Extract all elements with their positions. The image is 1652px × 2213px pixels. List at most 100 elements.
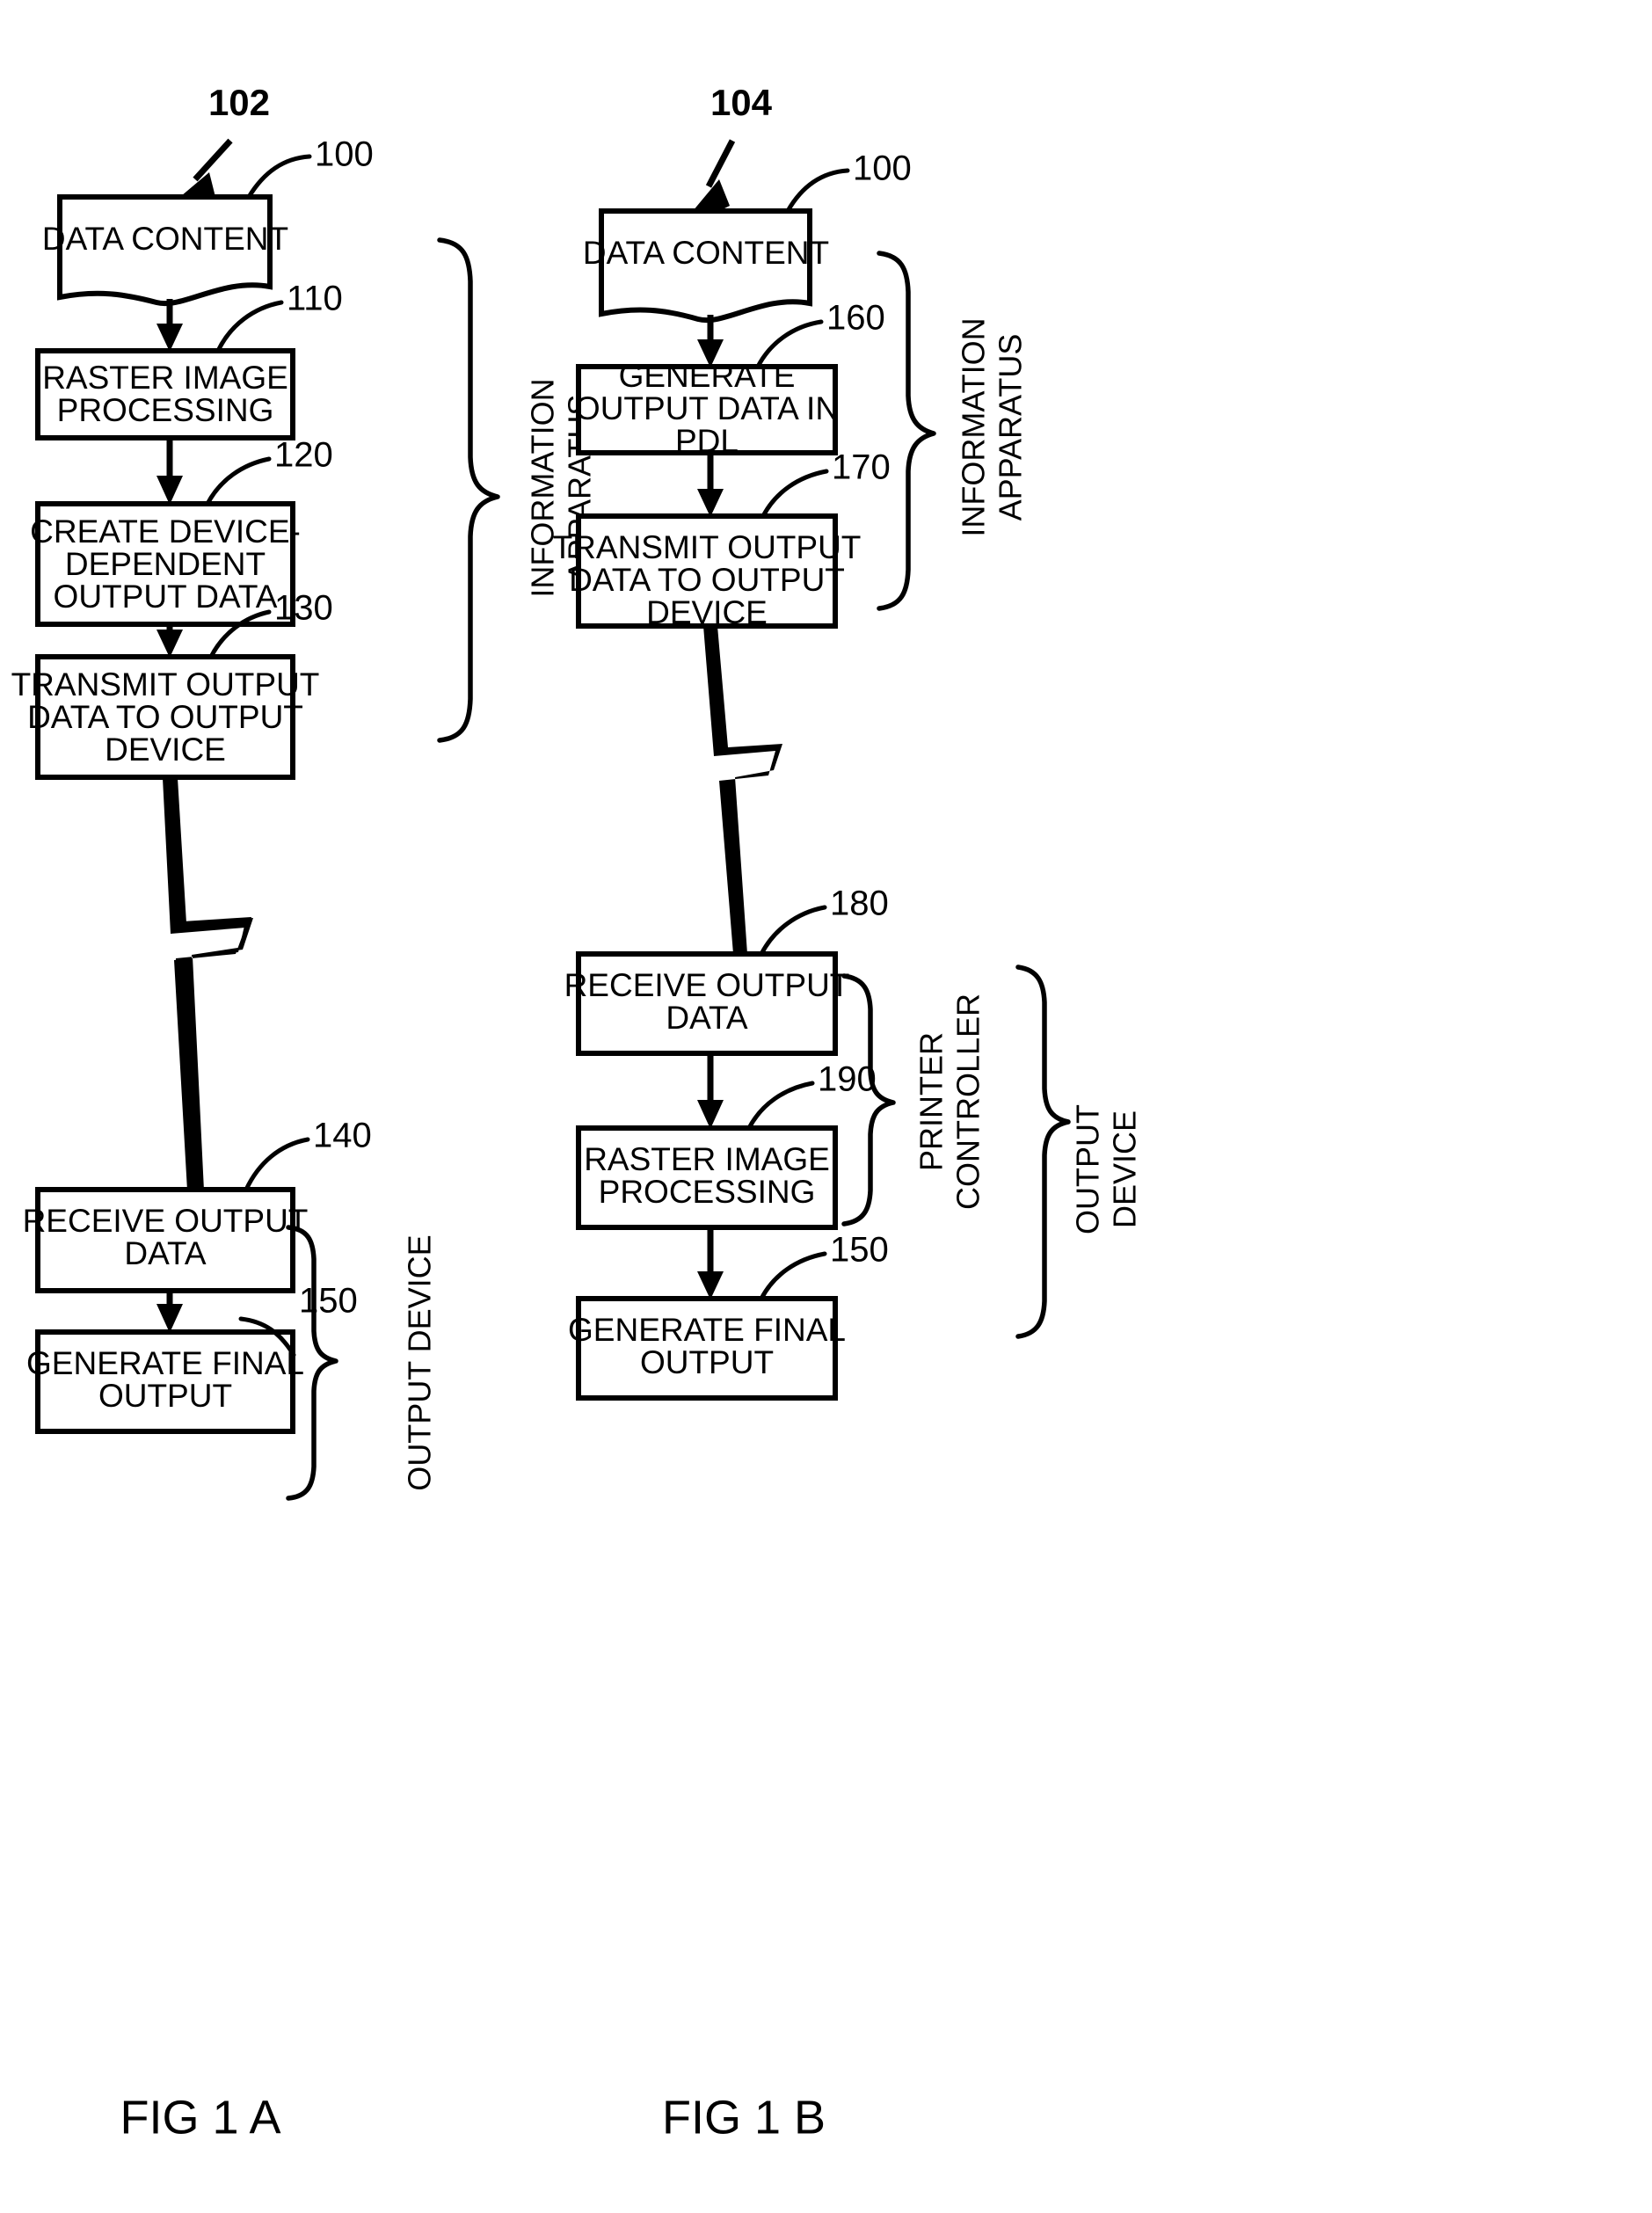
fig1a-ref-150: 150 xyxy=(299,1282,358,1321)
fig1b-info-apparatus-brace xyxy=(877,251,936,611)
fig1a-ref-100-leader xyxy=(246,154,312,200)
figure-1a: 102 DATA CONTENT 100 RASTER IMAGE PROCES… xyxy=(11,82,598,2144)
fig1b-caption: FIG 1 B xyxy=(662,2091,826,2144)
fig1a-create-label-line2: DEPENDENT xyxy=(65,546,266,582)
fig1b-ref-160: 160 xyxy=(826,299,885,338)
fig1b-ref-104-leader xyxy=(705,139,736,188)
fig1a-ref-120: 120 xyxy=(274,436,333,475)
fig1a-transmit-label-line3: DEVICE xyxy=(105,732,226,768)
fig1a-arrow-head-2 xyxy=(156,476,183,505)
fig1b-ref-100-leader xyxy=(785,168,850,214)
fig1a-arrow-head-4 xyxy=(156,1304,183,1333)
fig1b-info-apparatus-label-line1: INFORMATION xyxy=(956,317,992,536)
fig1a-ref-110: 110 xyxy=(287,280,343,318)
fig1b-ref-170: 170 xyxy=(832,448,891,487)
fig1b-arrow-head-4 xyxy=(697,1271,724,1299)
fig1b-node-transmit-output-data[interactable]: TRANSMIT OUTPUT DATA TO OUTPUT DEVICE 17… xyxy=(553,448,891,630)
fig1a-connector-140-150 xyxy=(156,1291,183,1333)
fig1a-arrow-head-3 xyxy=(156,630,183,658)
fig1b-ref-150-leader xyxy=(759,1251,827,1301)
fig1b-node-generate-output-data-pdl[interactable]: GENERATE OUTPUT DATA IN PDL 160 xyxy=(575,299,885,459)
fig1a-final-label-line1: GENERATE FINAL xyxy=(26,1345,304,1381)
fig1b-ref-190: 190 xyxy=(818,1060,877,1099)
fig1a-caption: FIG 1 A xyxy=(120,2091,280,2144)
fig1a-info-apparatus-brace xyxy=(437,237,500,743)
fig1a-node-data-content[interactable]: DATA CONTENT 100 xyxy=(42,135,374,307)
fig1a-ref-102-leader xyxy=(193,138,233,182)
fig1b-diagram-ref-callout: 104 xyxy=(693,82,773,218)
fig1b-rip-label-line1: RASTER IMAGE xyxy=(584,1141,830,1177)
fig1a-connector-130-140-lightning xyxy=(163,777,253,1190)
fig1b-info-apparatus-label-line2: APPARATUS xyxy=(993,334,1029,521)
fig1b-generate-label-line3: PDL xyxy=(675,423,739,459)
figure-canvas: 102 DATA CONTENT 100 RASTER IMAGE PROCES… xyxy=(11,82,1143,2144)
fig1b-node-raster-image-processing[interactable]: RASTER IMAGE PROCESSING 190 xyxy=(576,1060,877,1230)
fig1b-output-device-label-line1: OUTPUT xyxy=(1070,1104,1106,1234)
fig1b-node-generate-final-output[interactable]: GENERATE FINAL OUTPUT 150 xyxy=(568,1231,889,1401)
fig1b-node-receive-output-data[interactable]: RECEIVE OUTPUT DATA 180 xyxy=(564,884,889,1056)
fig1b-ref-104: 104 xyxy=(710,82,773,123)
fig1b-output-device-brace xyxy=(1015,965,1071,1339)
fig1a-data-content-label: DATA CONTENT xyxy=(42,221,288,257)
fig1a-ref-140-leader xyxy=(244,1137,310,1192)
fig1a-transmit-label-line2: DATA TO OUTPUT xyxy=(27,699,303,735)
fig1a-arrow-head-1 xyxy=(156,324,183,352)
fig1a-ref-100: 100 xyxy=(315,135,374,174)
fig1b-transmit-label-line2: DATA TO OUTPUT xyxy=(569,562,845,598)
fig1a-group-information-apparatus: INFORMATION APPARATUS xyxy=(437,237,598,743)
fig1b-generate-label-line2: OUTPUT DATA IN xyxy=(575,390,839,426)
fig1b-arrow-head-2 xyxy=(697,489,724,517)
fig1a-create-label-line1: CREATE DEVICE- xyxy=(30,513,301,550)
fig1b-connector-180-190 xyxy=(697,1053,724,1129)
fig1b-final-label-line2: OUTPUT xyxy=(640,1344,774,1380)
fig1a-ref-140: 140 xyxy=(313,1117,372,1155)
fig1a-rip-label-line1: RASTER IMAGE xyxy=(42,360,288,396)
fig1a-create-label-line3: OUTPUT DATA xyxy=(54,579,278,615)
fig1b-printer-controller-brace xyxy=(841,973,896,1227)
fig1a-ref-130: 130 xyxy=(274,589,333,628)
fig1a-transmit-label-line1: TRANSMIT OUTPUT xyxy=(11,666,320,702)
patent-figure-sheet: 102 DATA CONTENT 100 RASTER IMAGE PROCES… xyxy=(0,0,1652,2213)
fig1b-ref-190-leader xyxy=(746,1081,815,1131)
fig1b-group-information-apparatus: INFORMATION APPARATUS xyxy=(877,251,1029,611)
fig1a-final-label-line2: OUTPUT xyxy=(98,1378,232,1414)
fig1a-ref-120-leader xyxy=(205,456,272,506)
fig1b-lightning-bolt xyxy=(703,626,782,954)
fig1b-printer-controller-label-line1: PRINTER xyxy=(913,1032,950,1171)
fig1b-connector-190-150 xyxy=(697,1227,724,1299)
fig1a-node-raster-image-processing[interactable]: RASTER IMAGE PROCESSING 110 xyxy=(35,280,343,440)
fig1b-ref-150: 150 xyxy=(830,1231,889,1270)
fig1b-ref-170-leader xyxy=(761,469,829,519)
figure-1b: 104 DATA CONTENT 100 GENERATE OUTPUT DAT… xyxy=(553,82,1143,2144)
fig1b-transmit-label-line3: DEVICE xyxy=(646,594,768,630)
fig1b-connector-170-180-lightning xyxy=(703,626,782,954)
fig1a-connector-120-130 xyxy=(156,624,183,658)
fig1a-receive-label-line1: RECEIVE OUTPUT xyxy=(23,1203,309,1239)
fig1a-connector-110-120 xyxy=(156,438,183,505)
fig1b-final-label-line1: GENERATE FINAL xyxy=(568,1312,846,1348)
fig1b-generate-label-line1: GENERATE xyxy=(619,358,796,394)
fig1a-output-device-label: OUTPUT DEVICE xyxy=(402,1234,438,1490)
fig1b-receive-label-line1: RECEIVE OUTPUT xyxy=(564,967,850,1003)
fig1b-output-device-label-line2: DEVICE xyxy=(1107,1110,1143,1228)
fig1a-receive-label-line2: DATA xyxy=(124,1235,207,1271)
fig1a-ref-102: 102 xyxy=(208,82,270,123)
fig1b-transmit-label-line1: TRANSMIT OUTPUT xyxy=(553,529,862,565)
fig1a-rip-label-line2: PROCESSING xyxy=(57,392,274,428)
fig1b-data-content-label: DATA CONTENT xyxy=(583,235,829,271)
fig1b-printer-controller-label-line2: CONTROLLER xyxy=(950,994,986,1210)
fig1b-group-output-device: OUTPUT DEVICE xyxy=(1015,965,1143,1339)
fig1b-ref-180: 180 xyxy=(830,884,889,923)
fig1b-ref-180-leader xyxy=(759,905,827,957)
fig1b-node-data-content[interactable]: DATA CONTENT 100 xyxy=(583,149,912,324)
fig1b-ref-100: 100 xyxy=(853,149,912,188)
fig1a-lightning-bolt-fill xyxy=(163,778,253,1190)
fig1b-rip-label-line2: PROCESSING xyxy=(599,1174,816,1210)
fig1b-arrow-head-3 xyxy=(697,1100,724,1129)
fig1a-group-output-device: OUTPUT DEVICE xyxy=(286,1225,438,1501)
fig1b-group-printer-controller: PRINTER CONTROLLER xyxy=(841,973,986,1227)
fig1b-connector-160-170 xyxy=(697,453,724,517)
fig1b-receive-label-line2: DATA xyxy=(666,1000,748,1036)
fig1a-node-generate-final-output[interactable]: GENERATE FINAL OUTPUT 150 xyxy=(26,1282,358,1434)
fig1a-ref-110-leader xyxy=(215,300,284,353)
